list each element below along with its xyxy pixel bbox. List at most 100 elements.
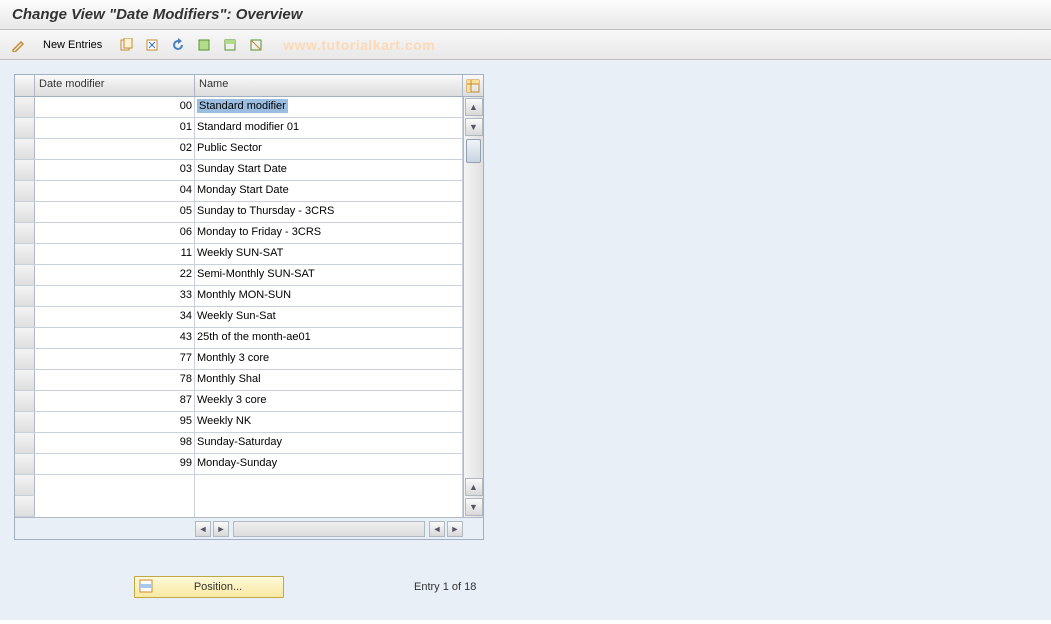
cell-date-modifier[interactable]: 02 <box>35 139 195 159</box>
position-label: Position... <box>157 581 279 593</box>
cell-date-modifier[interactable] <box>35 496 195 517</box>
cell-name[interactable]: Weekly Sun-Sat <box>195 307 463 327</box>
table-row: 77Monthly 3 core <box>15 349 463 370</box>
cell-date-modifier[interactable]: 03 <box>35 160 195 180</box>
row-selector[interactable] <box>15 181 35 201</box>
delete-icon <box>145 38 159 52</box>
row-selector[interactable] <box>15 244 35 264</box>
hscroll-track[interactable] <box>233 521 425 537</box>
cell-date-modifier[interactable]: 98 <box>35 433 195 453</box>
hscroll-right-button[interactable]: ► <box>213 521 229 537</box>
select-all-button[interactable] <box>193 35 215 55</box>
row-selector[interactable] <box>15 202 35 222</box>
cell-name[interactable]: Monthly Shal <box>195 370 463 390</box>
cell-date-modifier[interactable]: 11 <box>35 244 195 264</box>
copy-as-button[interactable] <box>115 35 137 55</box>
cell-name[interactable]: 25th of the month-ae01 <box>195 328 463 348</box>
scroll-down-button[interactable]: ▼ <box>465 118 483 136</box>
cell-name[interactable]: Monthly 3 core <box>195 349 463 369</box>
row-selector[interactable] <box>15 349 35 369</box>
cell-date-modifier[interactable]: 87 <box>35 391 195 411</box>
undo-button[interactable] <box>167 35 189 55</box>
scroll-up-button[interactable]: ▲ <box>465 98 483 116</box>
cell-name[interactable]: Weekly NK <box>195 412 463 432</box>
cell-date-modifier[interactable]: 77 <box>35 349 195 369</box>
cell-date-modifier[interactable] <box>35 475 195 496</box>
hscroll-left-button-2[interactable]: ◄ <box>429 521 445 537</box>
cell-name[interactable]: Public Sector <box>195 139 463 159</box>
row-selector[interactable] <box>15 496 35 516</box>
cell-date-modifier[interactable]: 22 <box>35 265 195 285</box>
table-row: 03Sunday Start Date <box>15 160 463 181</box>
cell-name[interactable]: Monthly MON-SUN <box>195 286 463 306</box>
vertical-scrollbar[interactable]: ▲ ▼ ▲ ▼ <box>463 97 483 517</box>
cell-date-modifier[interactable]: 78 <box>35 370 195 390</box>
table-row: 11Weekly SUN-SAT <box>15 244 463 265</box>
col-name[interactable]: Name <box>195 75 463 96</box>
table-row: 04Monday Start Date <box>15 181 463 202</box>
row-selector[interactable] <box>15 391 35 411</box>
scroll-thumb[interactable] <box>466 139 481 163</box>
row-selector[interactable] <box>15 139 35 159</box>
row-selector[interactable] <box>15 97 35 117</box>
col-date-modifier[interactable]: Date modifier <box>35 75 195 96</box>
row-selector[interactable] <box>15 265 35 285</box>
scroll-track[interactable] <box>464 137 483 477</box>
cell-date-modifier[interactable]: 04 <box>35 181 195 201</box>
row-selector[interactable] <box>15 370 35 390</box>
row-selector[interactable] <box>15 433 35 453</box>
select-block-button[interactable] <box>219 35 241 55</box>
cell-name[interactable]: Standard modifier <box>195 97 463 117</box>
cell-name[interactable]: Weekly 3 core <box>195 391 463 411</box>
cell-date-modifier[interactable]: 05 <box>35 202 195 222</box>
row-selector[interactable] <box>15 286 35 306</box>
table-row: 34Weekly Sun-Sat <box>15 307 463 328</box>
cell-name[interactable] <box>195 475 463 496</box>
row-selector[interactable] <box>15 118 35 138</box>
row-selector[interactable] <box>15 223 35 243</box>
cell-name[interactable]: Standard modifier 01 <box>195 118 463 138</box>
cell-name[interactable]: Sunday Start Date <box>195 160 463 180</box>
cell-name[interactable]: Weekly SUN-SAT <box>195 244 463 264</box>
pencil-glasses-icon <box>12 38 26 52</box>
row-selector[interactable] <box>15 307 35 327</box>
table-settings-button[interactable] <box>463 75 483 96</box>
row-selector[interactable] <box>15 454 35 474</box>
table-row: 22Semi-Monthly SUN-SAT <box>15 265 463 286</box>
cell-name[interactable]: Monday-Sunday <box>195 454 463 474</box>
table-row: 06Monday to Friday - 3CRS <box>15 223 463 244</box>
cell-name[interactable]: Sunday-Saturday <box>195 433 463 453</box>
toggle-display-change-button[interactable] <box>8 35 30 55</box>
cell-date-modifier[interactable]: 01 <box>35 118 195 138</box>
table-row <box>15 496 463 517</box>
table-settings-icon <box>466 79 480 93</box>
cell-date-modifier[interactable]: 43 <box>35 328 195 348</box>
delete-button[interactable] <box>141 35 163 55</box>
scroll-down-button-2[interactable]: ▼ <box>465 498 483 516</box>
cell-date-modifier[interactable]: 06 <box>35 223 195 243</box>
position-button[interactable]: Position... <box>134 576 284 598</box>
cell-date-modifier[interactable]: 33 <box>35 286 195 306</box>
horizontal-scrollbar[interactable]: ◄ ► ◄ ► <box>15 517 483 539</box>
table-view: Date modifier Name 00Standard modifier01… <box>14 74 484 540</box>
cell-name[interactable]: Monday to Friday - 3CRS <box>195 223 463 243</box>
cell-date-modifier[interactable]: 99 <box>35 454 195 474</box>
cell-date-modifier[interactable]: 95 <box>35 412 195 432</box>
scroll-up-button-2[interactable]: ▲ <box>465 478 483 496</box>
table-row <box>15 475 463 496</box>
table-row: 05Sunday to Thursday - 3CRS <box>15 202 463 223</box>
row-selector[interactable] <box>15 475 35 495</box>
cell-name[interactable] <box>195 496 463 517</box>
row-selector[interactable] <box>15 160 35 180</box>
new-entries-button[interactable]: New Entries <box>34 35 111 55</box>
row-selector[interactable] <box>15 328 35 348</box>
hscroll-left-button[interactable]: ◄ <box>195 521 211 537</box>
cell-name[interactable]: Sunday to Thursday - 3CRS <box>195 202 463 222</box>
hscroll-right-button-2[interactable]: ► <box>447 521 463 537</box>
cell-name[interactable]: Monday Start Date <box>195 181 463 201</box>
deselect-all-button[interactable] <box>245 35 267 55</box>
cell-name[interactable]: Semi-Monthly SUN-SAT <box>195 265 463 285</box>
row-selector[interactable] <box>15 412 35 432</box>
cell-date-modifier[interactable]: 34 <box>35 307 195 327</box>
cell-date-modifier[interactable]: 00 <box>35 97 195 117</box>
